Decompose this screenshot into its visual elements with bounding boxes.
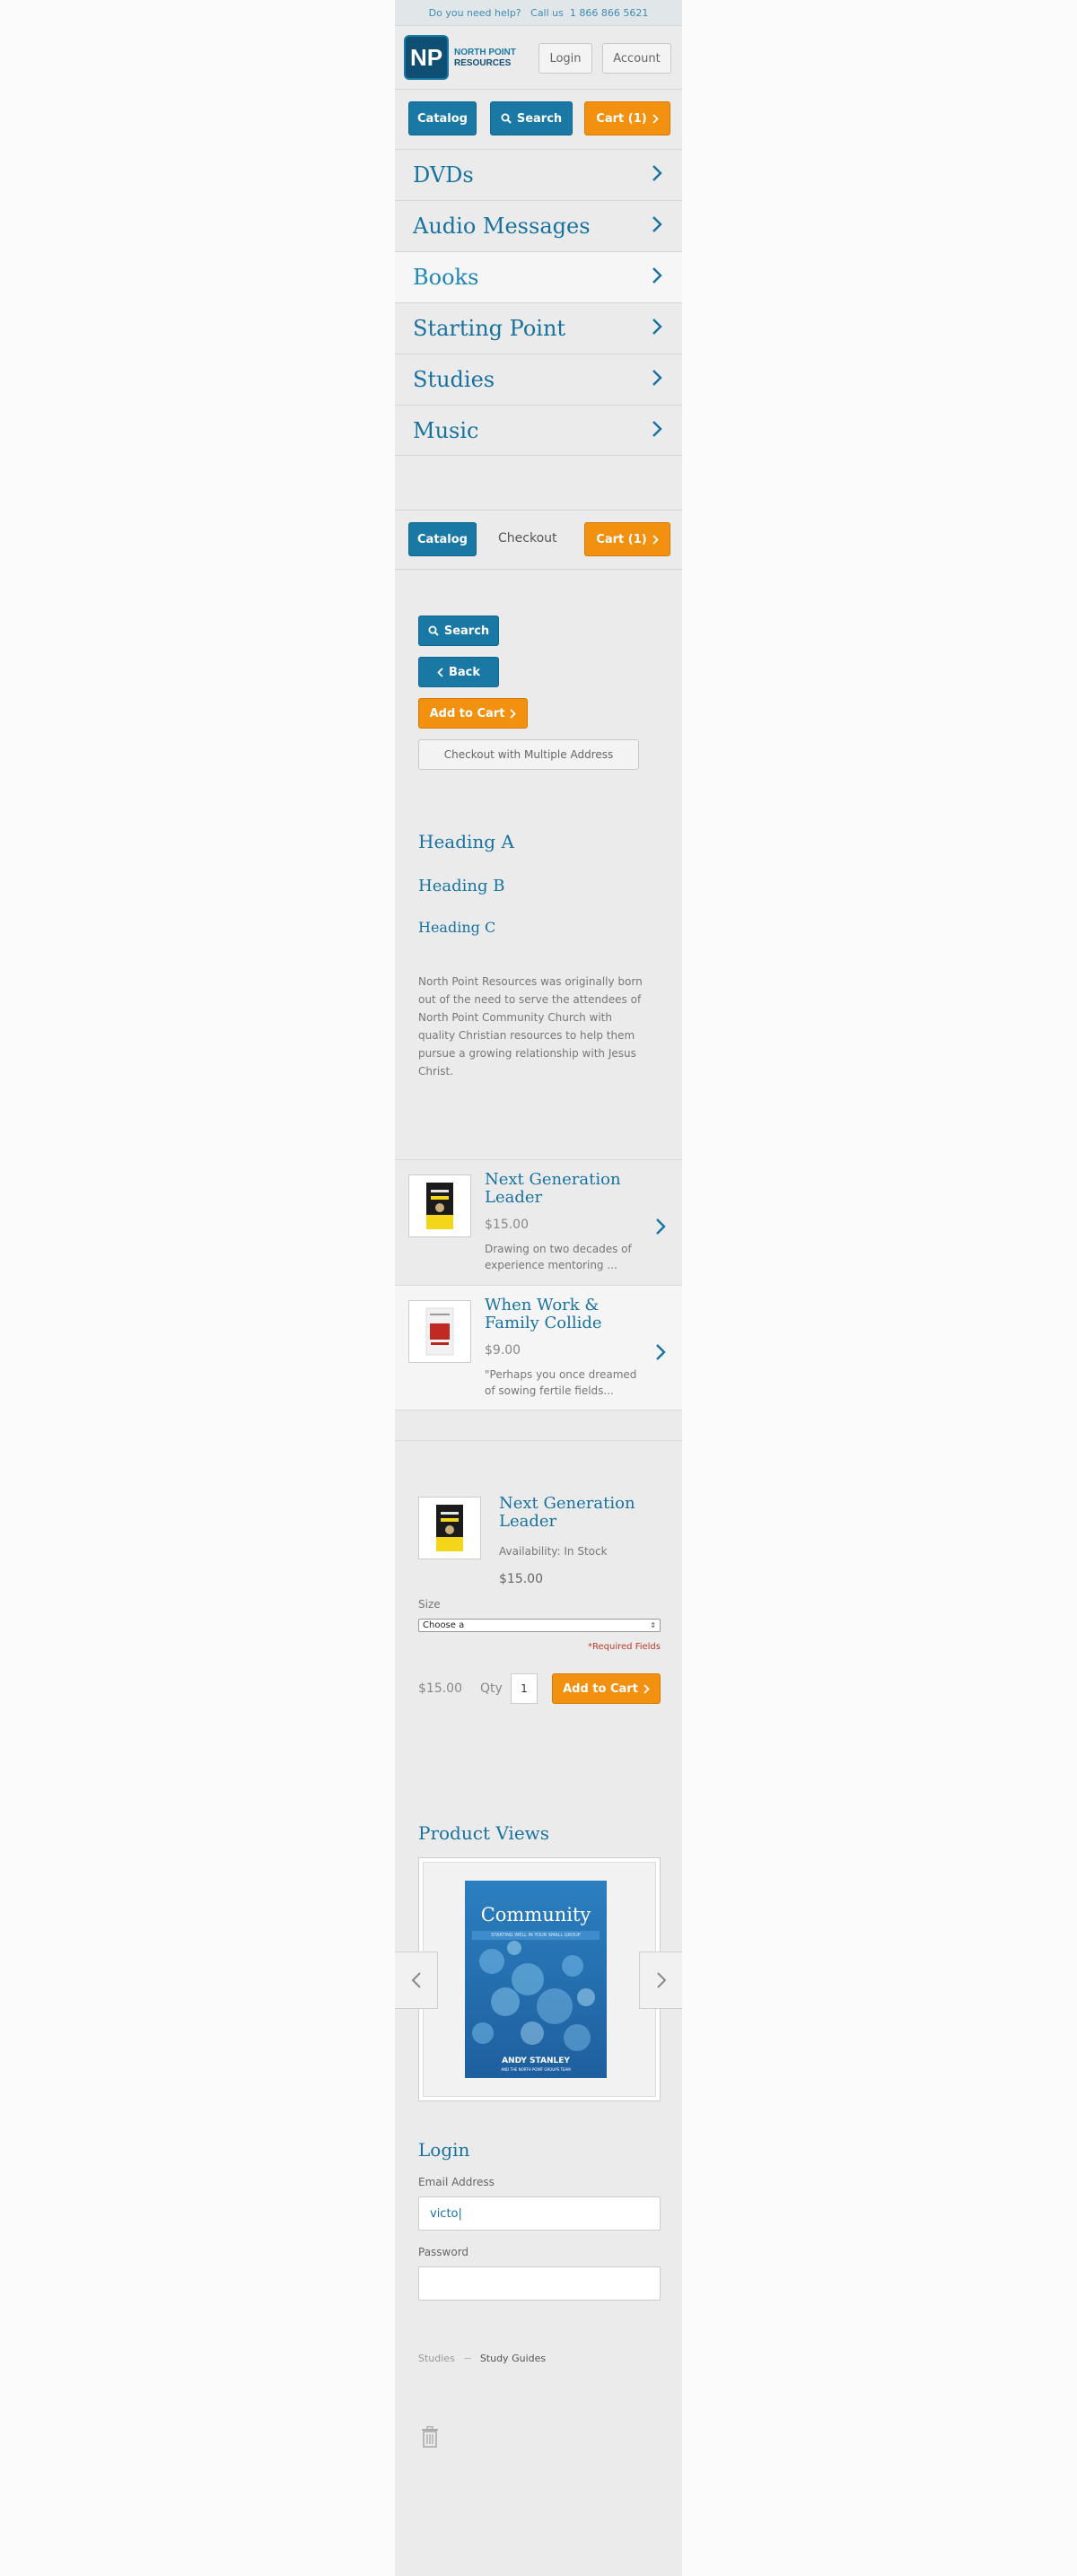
product-image-frame: Community STARTING WELL IN YOUR SMALL GR…	[418, 1857, 661, 2101]
logo-mark: NP	[404, 35, 449, 80]
account-button[interactable]: Account	[602, 43, 671, 74]
catalog-button[interactable]: Catalog	[408, 101, 477, 135]
chevron-right-icon	[510, 708, 517, 719]
product-views-title: Product Views	[418, 1822, 550, 1844]
select-arrows-icon: ⇕	[650, 1621, 656, 1629]
chevron-right-icon	[652, 370, 662, 386]
breadcrumb: Studies Study Guides	[418, 2353, 546, 2364]
product-list-item[interactable]: When Work & Family Collide $9.00 "Perhap…	[395, 1285, 682, 1410]
toolbar2-top-divider	[395, 510, 682, 511]
email-field[interactable]: victo|	[418, 2196, 661, 2231]
cover-author-2: AND THE NORTH POINT GROUPS TEAM	[501, 2067, 571, 2072]
mobile-panel: Do you need help? Call us 1 866 866 5621…	[395, 0, 682, 2576]
cart-button[interactable]: Cart (1)	[584, 101, 670, 135]
chevron-left-icon	[411, 1972, 421, 1988]
product-price: $15.00	[485, 1218, 529, 1232]
heading-c: Heading C	[418, 919, 496, 936]
product-description: Drawing on two decades of experience men…	[485, 1243, 632, 1271]
chevron-right-icon	[652, 113, 659, 124]
qty-input[interactable]: 1	[511, 1673, 538, 1704]
help-bar: Do you need help? Call us 1 866 866 5621	[395, 0, 682, 26]
carousel-next-button[interactable]	[639, 1952, 682, 2009]
chevron-right-icon	[652, 267, 662, 284]
cover-title: Community	[480, 1904, 591, 1925]
chevron-right-icon[interactable]	[655, 1218, 666, 1236]
back-button[interactable]: Back	[418, 657, 499, 687]
search-button-2[interactable]: Search	[418, 616, 499, 646]
chevron-right-icon	[652, 216, 662, 232]
breadcrumb-separator	[463, 2358, 471, 2359]
email-label: Email Address	[418, 2176, 495, 2188]
help-text: Do you need help? Call us 1 866 866 5621	[428, 6, 649, 19]
product-price: $9.00	[485, 1343, 521, 1358]
search-button[interactable]: Search	[490, 101, 573, 135]
nav-item-audio-messages[interactable]: Audio Messages	[395, 200, 682, 251]
qty-label: Qty	[480, 1681, 503, 1696]
checkout-link[interactable]: Checkout	[498, 531, 557, 546]
community-cover: Community STARTING WELL IN YOUR SMALL GR…	[465, 1881, 607, 2078]
add-to-cart-button[interactable]: Add to Cart	[418, 698, 528, 729]
logo-line2: RESOURCES	[454, 58, 512, 68]
chevron-right-icon	[652, 534, 659, 545]
breadcrumb-item[interactable]: Studies	[418, 2353, 455, 2364]
book-cover-image	[436, 1505, 463, 1551]
chevron-right-icon	[652, 165, 662, 181]
header-divider	[395, 89, 682, 90]
login-button[interactable]: Login	[538, 43, 592, 74]
search-icon	[501, 113, 512, 124]
detail-title: Next Generation Leader	[499, 1494, 635, 1531]
nav-item-dvds[interactable]: DVDs	[395, 149, 682, 200]
product-title[interactable]: Next Generation Leader	[485, 1171, 637, 1207]
login-title: Login	[418, 2139, 470, 2161]
multi-address-checkout-button[interactable]: Checkout with Multiple Address	[418, 739, 639, 770]
chevron-left-icon	[437, 667, 443, 677]
detail-add-to-cart-button[interactable]: Add to Cart	[552, 1673, 661, 1704]
size-label: Size	[418, 1598, 441, 1611]
product-thumbnail	[418, 1497, 481, 1559]
about-text: North Point Resources was originally bor…	[418, 975, 643, 1078]
product-title[interactable]: When Work & Family Collide	[485, 1297, 637, 1332]
chevron-right-icon[interactable]	[655, 1343, 666, 1361]
breadcrumb-item-current[interactable]: Study Guides	[480, 2353, 546, 2364]
cart-button-2[interactable]: Cart (1)	[584, 522, 670, 556]
cover-author: ANDY STANLEY	[502, 2056, 570, 2065]
book-cover-image	[426, 1183, 453, 1229]
product-thumbnail	[408, 1174, 471, 1237]
search-icon	[428, 625, 439, 636]
nav-item-studies[interactable]: Studies	[395, 354, 682, 405]
availability-text: Availability: In Stock	[499, 1545, 608, 1558]
carousel-prev-button[interactable]	[395, 1952, 438, 2009]
logo[interactable]: NP NORTH POINT RESOURCES	[404, 35, 530, 80]
book-cover-image	[425, 1307, 454, 1356]
password-field[interactable]	[418, 2266, 661, 2301]
chevron-right-icon	[656, 1972, 666, 1988]
nav-item-music[interactable]: Music	[395, 405, 682, 456]
product-list-item[interactable]: Next Generation Leader $15.00 Drawing on…	[395, 1159, 682, 1285]
product-detail: Next Generation Leader Availability: In …	[395, 1440, 682, 1727]
size-select[interactable]: Choose a ⇕	[418, 1619, 661, 1632]
logo-line1: NORTH POINT	[454, 48, 516, 57]
nav-item-books[interactable]: Books	[395, 251, 682, 302]
heading-a: Heading A	[418, 831, 514, 852]
required-fields-note: *Required Fields	[588, 1642, 661, 1652]
heading-b: Heading B	[418, 877, 505, 895]
detail-total: $15.00	[418, 1681, 462, 1696]
chevron-right-icon	[652, 319, 662, 335]
product-image-inner: Community STARTING WELL IN YOUR SMALL GR…	[423, 1862, 656, 2097]
chevron-right-icon	[652, 421, 662, 437]
product-description: "Perhaps you once dreamed of sowing fert…	[485, 1368, 637, 1397]
catalog-button-2[interactable]: Catalog	[408, 522, 477, 556]
nav-item-starting-point[interactable]: Starting Point	[395, 302, 682, 354]
toolbar2-bottom-divider	[395, 569, 682, 570]
chevron-right-icon	[644, 1683, 650, 1694]
cover-subtitle: STARTING WELL IN YOUR SMALL GROUP	[472, 1931, 600, 1940]
site-header: NP NORTH POINT RESOURCES Login Account	[395, 26, 682, 89]
detail-price: $15.00	[499, 1572, 543, 1586]
product-thumbnail	[408, 1300, 471, 1363]
password-label: Password	[418, 2246, 469, 2258]
trash-icon[interactable]	[420, 2426, 440, 2448]
